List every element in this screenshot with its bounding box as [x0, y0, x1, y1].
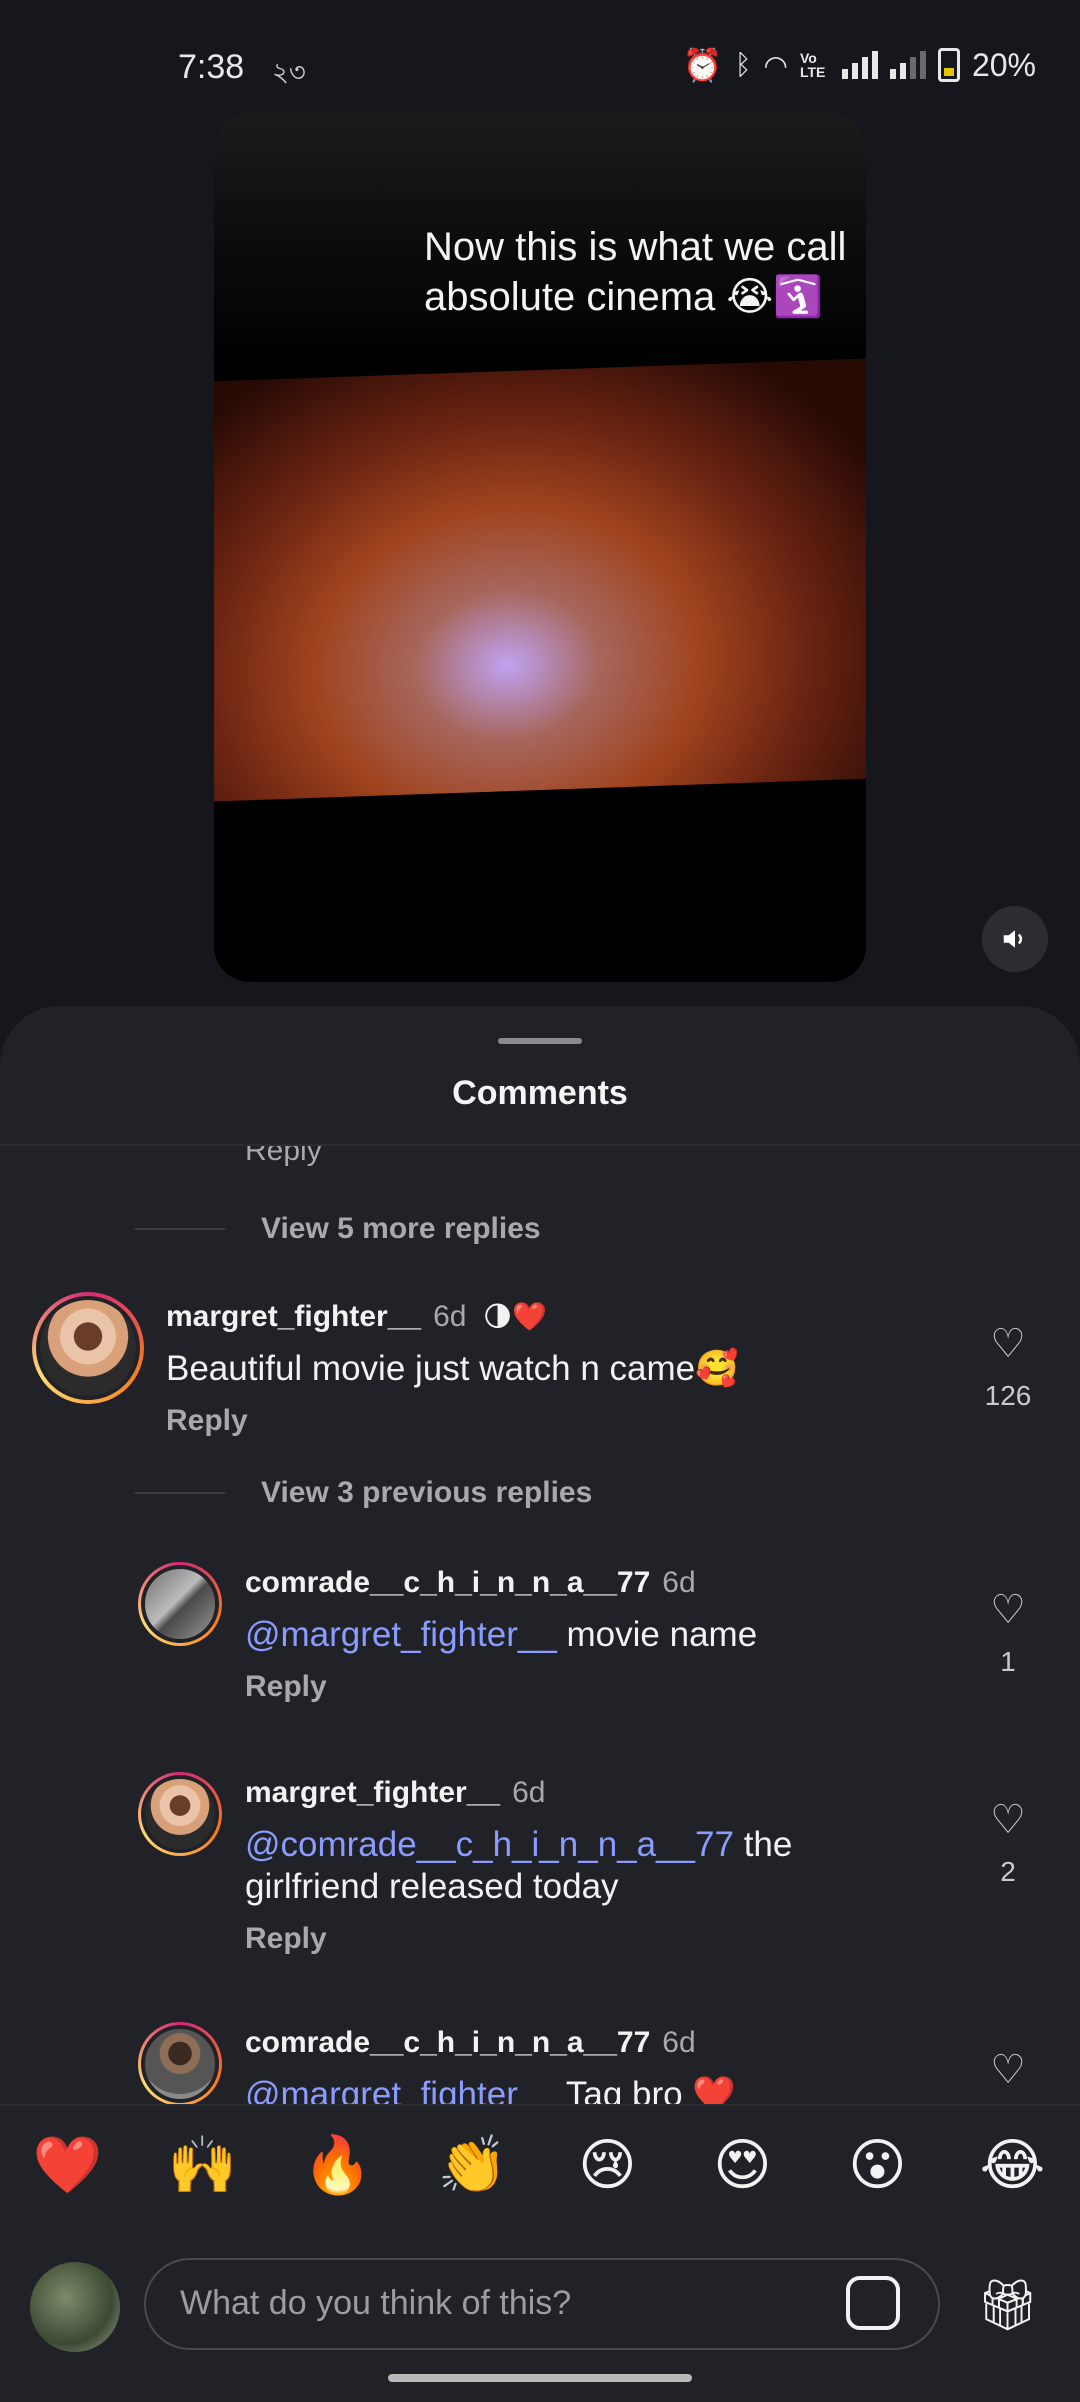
- status-bar: 7:38 ২৩ ⏰ ᛒ ◠ Vo LTE 20%: [0, 0, 1080, 110]
- like-button[interactable]: ♡ 1: [978, 1590, 1038, 1678]
- video-player[interactable]: Now this is what we call absolute cinema…: [214, 112, 866, 982]
- like-button[interactable]: ♡ 2: [978, 1800, 1038, 1888]
- reply-comment: margret_fighter__ 6d @comrade__c_h_i_n_n_…: [0, 1768, 1080, 1968]
- avatar[interactable]: [32, 1292, 144, 1404]
- composer: What do you think of this? 🎁︎: [0, 2236, 1080, 2356]
- view-more-replies[interactable]: View 5 more replies: [135, 1212, 541, 1246]
- username-text: comrade__c_h_i_n_n_a__77: [245, 1566, 651, 1599]
- reply-comment: comrade__c_h_i_n_n_a__77 6d @margret_figh…: [0, 2018, 1080, 2110]
- sticker-icon[interactable]: [846, 2276, 900, 2330]
- signal-icon-1: [841, 51, 878, 79]
- view-previous-replies-label: View 3 previous replies: [261, 1476, 593, 1509]
- thread-line: [135, 1492, 225, 1494]
- gift-icon[interactable]: 🎁︎: [976, 2276, 1039, 2335]
- avatar-image: [36, 1296, 140, 1400]
- avatar[interactable]: [138, 1772, 222, 1856]
- avatar[interactable]: [138, 1562, 222, 1646]
- comment-text: @comrade__c_h_i_n_n_a__77 the girlfriend…: [245, 1824, 865, 1908]
- comment-composer-area: ❤️ 🙌 🔥 👏 😢 😍 😮 😂 What do you think of th…: [0, 2104, 1080, 2402]
- reaction-cry[interactable]: 😢: [563, 2132, 653, 2198]
- comment-input-placeholder: What do you think of this?: [180, 2284, 572, 2322]
- avatar-image: [141, 1565, 219, 1643]
- comment-input[interactable]: What do you think of this?: [144, 2258, 940, 2350]
- reaction-badge: 🌗❤️: [482, 1301, 547, 1332]
- avatar-image: [141, 1775, 219, 1853]
- status-extra: ২৩: [272, 57, 306, 87]
- comment-username[interactable]: margret_fighter__ 6d: [245, 1776, 545, 1810]
- reaction-heart[interactable]: ❤️: [23, 2132, 113, 2198]
- sheet-title: Comments: [452, 1074, 628, 1112]
- quick-reactions: ❤️ 🙌 🔥 👏 😢 😍 😮 😂: [0, 2132, 1080, 2198]
- username-text: comrade__c_h_i_n_n_a__77: [245, 2026, 651, 2059]
- reply-link[interactable]: Reply: [166, 1404, 248, 1438]
- reply-link[interactable]: Reply: [245, 1670, 327, 1704]
- like-count: 1: [1000, 1646, 1016, 1677]
- comment-body: movie name: [556, 1615, 758, 1654]
- heart-outline-icon: ♡: [990, 1798, 1026, 1842]
- like-button[interactable]: ♡: [978, 2050, 1038, 2106]
- my-avatar: [30, 2262, 120, 2352]
- mention-link[interactable]: @comrade__c_h_i_n_n_a__77: [245, 1825, 734, 1864]
- video-frame: [214, 358, 866, 802]
- wifi-icon: ◠: [763, 49, 788, 81]
- reaction-wow[interactable]: 😮: [833, 2132, 923, 2198]
- comment-username[interactable]: comrade__c_h_i_n_n_a__77 6d: [245, 2026, 696, 2060]
- bluetooth-icon: ᛒ: [734, 49, 752, 80]
- lte-icon: Vo LTE: [799, 50, 826, 80]
- comment-text: @margret_fighter__ movie name: [245, 1614, 945, 1656]
- signal-icon-2: [889, 51, 926, 79]
- heart-outline-icon: ♡: [990, 1588, 1026, 1632]
- reaction-clap[interactable]: 👏: [428, 2132, 518, 2198]
- speaker-icon: [1003, 930, 1023, 948]
- reply-comment: comrade__c_h_i_n_n_a__77 6d @margret_figh…: [0, 1558, 1080, 1718]
- reaction-laugh[interactable]: 😂: [968, 2132, 1058, 2198]
- sheet-handle[interactable]: [498, 1038, 582, 1044]
- like-count: 2: [1000, 1856, 1016, 1887]
- like-button[interactable]: ♡ 126: [978, 1324, 1038, 1412]
- username-text: margret_fighter__: [166, 1300, 422, 1333]
- comment-age: 6d: [662, 1566, 696, 1599]
- comments-list[interactable]: Reply View 5 more replies margret_fighte…: [0, 1146, 1080, 2110]
- comment-age: 6d: [433, 1300, 467, 1333]
- mention-link[interactable]: @margret_fighter__: [245, 1615, 557, 1654]
- comment-age: 6d: [662, 2026, 696, 2059]
- comment-text: Beautiful movie just watch n came🥰: [166, 1349, 739, 1388]
- reply-link[interactable]: Reply: [245, 1146, 322, 1168]
- comment: margret_fighter__ 6d 🌗❤️ Beautiful movie …: [0, 1292, 1080, 1452]
- like-count: 126: [984, 1380, 1032, 1411]
- status-time: 7:38: [178, 48, 245, 86]
- view-more-replies-label: View 5 more replies: [261, 1212, 541, 1245]
- reply-link[interactable]: Reply: [245, 1922, 327, 1956]
- gesture-nav-bar[interactable]: [388, 2374, 692, 2382]
- alarm-icon: ⏰: [682, 47, 723, 83]
- battery-level: 20%: [971, 46, 1036, 83]
- avatar-image: [141, 2025, 219, 2103]
- status-icons: ⏰ ᛒ ◠ Vo LTE 20%: [683, 46, 1036, 84]
- comment-age: 6d: [512, 1776, 546, 1809]
- avatar[interactable]: [138, 2022, 222, 2106]
- username-text: margret_fighter__: [245, 1776, 501, 1809]
- view-previous-replies[interactable]: View 3 previous replies: [135, 1476, 592, 1510]
- comment-username[interactable]: margret_fighter__ 6d 🌗❤️: [166, 1300, 547, 1334]
- heart-outline-icon: ♡: [990, 1322, 1026, 1366]
- reaction-fire[interactable]: 🔥: [293, 2132, 383, 2198]
- reaction-raised-hands[interactable]: 🙌: [158, 2132, 248, 2198]
- thread-line: [135, 1228, 225, 1230]
- video-caption: Now this is what we call absolute cinema…: [424, 225, 847, 319]
- reaction-heart-eyes[interactable]: 😍: [698, 2132, 788, 2198]
- comment-username[interactable]: comrade__c_h_i_n_n_a__77 6d: [245, 1566, 696, 1600]
- battery-icon: [937, 48, 960, 82]
- mute-button[interactable]: [982, 906, 1048, 972]
- heart-outline-icon: ♡: [990, 2048, 1026, 2092]
